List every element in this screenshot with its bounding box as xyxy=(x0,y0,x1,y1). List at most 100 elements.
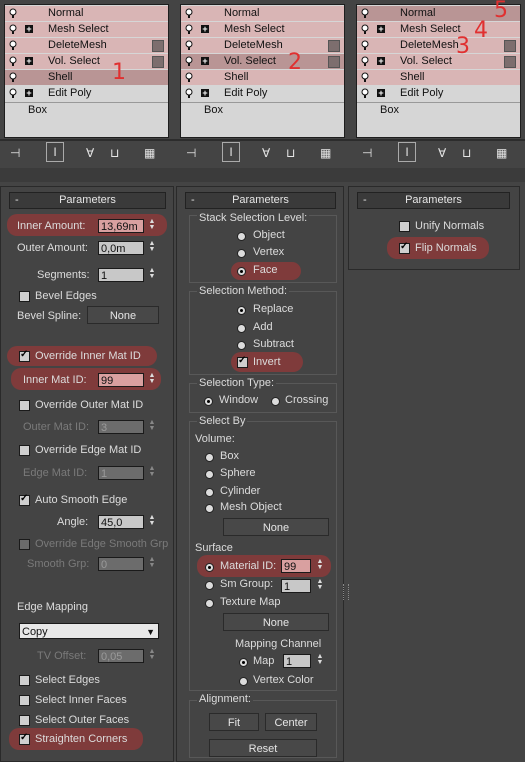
select-inner-faces-checkbox[interactable] xyxy=(19,695,30,706)
bulb-icon[interactable] xyxy=(361,8,369,18)
spinner-icon[interactable]: ▲ ▼ xyxy=(315,578,325,593)
spinner-icon[interactable]: ▲ ▼ xyxy=(315,558,325,573)
inner-mat-id-field[interactable]: 99 xyxy=(98,373,144,387)
expand-icon[interactable]: + xyxy=(25,57,33,66)
spinner-icon[interactable]: ▲ ▼ xyxy=(147,419,157,434)
show-end-result-icon[interactable]: I xyxy=(398,142,416,162)
pin-stack-icon[interactable]: ⊣ xyxy=(186,146,196,160)
override-inner-mat-checkbox[interactable] xyxy=(19,349,30,362)
auto-smooth-edge-checkbox[interactable] xyxy=(19,493,30,506)
stack-row-edit-poly[interactable]: + Edit Poly xyxy=(181,86,344,101)
bevel-spline-button[interactable]: None xyxy=(87,306,159,324)
bulb-icon[interactable] xyxy=(9,88,17,98)
sm-group-field[interactable]: 1 xyxy=(281,579,311,593)
outer-mat-id-field[interactable]: 3 xyxy=(98,420,144,434)
stack-row-deletemesh[interactable]: DeleteMesh xyxy=(181,38,344,53)
expand-icon[interactable]: + xyxy=(25,89,33,98)
bulb-icon[interactable] xyxy=(361,40,369,50)
material-id-radio[interactable] xyxy=(205,563,214,572)
rollout-header[interactable]: - Parameters xyxy=(185,192,336,209)
bulb-icon[interactable] xyxy=(185,72,193,82)
expand-icon[interactable]: + xyxy=(201,25,209,34)
texture-map-radio[interactable] xyxy=(205,599,214,608)
edge-mat-id-field[interactable]: 1 xyxy=(98,466,144,480)
stack-row-box[interactable]: Box xyxy=(181,102,344,118)
bulb-icon[interactable] xyxy=(185,24,193,34)
show-end-result-icon[interactable]: I xyxy=(222,142,240,162)
configure-sets-icon[interactable]: ▦ xyxy=(496,146,507,160)
stack-row-vol-select[interactable]: + Vol. Select xyxy=(5,54,168,69)
unify-normals-checkbox[interactable] xyxy=(399,221,410,232)
replace-radio[interactable] xyxy=(237,306,246,315)
mesh-object-pick-button[interactable]: None xyxy=(223,518,329,536)
angle-field[interactable]: 45,0 xyxy=(98,515,144,529)
flip-normals-checkbox[interactable] xyxy=(399,241,410,254)
expand-icon[interactable]: + xyxy=(377,89,385,98)
center-button[interactable]: Center xyxy=(265,713,317,731)
crossing-radio[interactable] xyxy=(271,397,280,406)
bulb-icon[interactable] xyxy=(361,24,369,34)
texture-map-pick-button[interactable]: None xyxy=(223,613,329,631)
tv-offset-field[interactable]: 0,05 xyxy=(98,649,144,663)
stack-row-normal[interactable]: Normal xyxy=(181,6,344,21)
mesh-object-radio[interactable] xyxy=(205,504,214,513)
spinner-icon[interactable]: ▲ ▼ xyxy=(147,267,157,282)
map-radio[interactable] xyxy=(239,658,248,667)
expand-icon[interactable]: + xyxy=(201,57,209,66)
bevel-edges-checkbox[interactable] xyxy=(19,291,30,302)
expand-icon[interactable]: + xyxy=(201,89,209,98)
spinner-icon[interactable]: ▲ ▼ xyxy=(147,556,157,571)
override-outer-mat-checkbox[interactable] xyxy=(19,400,30,411)
outer-amount-field[interactable]: 0,0m xyxy=(98,241,144,255)
spinner-icon[interactable]: ▲ ▼ xyxy=(147,372,157,387)
make-unique-icon[interactable]: ∀ xyxy=(86,146,94,160)
bulb-icon[interactable] xyxy=(185,88,193,98)
spinner-icon[interactable]: ▲ ▼ xyxy=(147,648,157,663)
override-edge-mat-checkbox[interactable] xyxy=(19,445,30,456)
make-unique-icon[interactable]: ∀ xyxy=(438,146,446,160)
stack-row-vol-select[interactable]: + Vol. Select xyxy=(181,54,344,69)
stack-row-edit-poly[interactable]: + Edit Poly xyxy=(5,86,168,101)
invert-checkbox[interactable] xyxy=(237,355,248,368)
stack-row-deletemesh[interactable]: DeleteMesh xyxy=(5,38,168,53)
spinner-icon[interactable]: ▲ ▼ xyxy=(147,218,157,233)
material-id-field[interactable]: 99 xyxy=(281,559,311,573)
stack-row-box[interactable]: Box xyxy=(5,102,168,118)
bulb-icon[interactable] xyxy=(361,72,369,82)
bulb-icon[interactable] xyxy=(9,24,17,34)
remove-modifier-icon[interactable]: ⊔ xyxy=(110,146,119,160)
bulb-icon[interactable] xyxy=(9,56,17,66)
add-radio[interactable] xyxy=(237,324,246,333)
stack-row-deletemesh[interactable]: DeleteMesh xyxy=(357,38,520,53)
box-radio[interactable] xyxy=(205,453,214,462)
reset-button[interactable]: Reset xyxy=(209,739,317,757)
rollout-header[interactable]: - Parameters xyxy=(357,192,510,209)
bulb-icon[interactable] xyxy=(361,88,369,98)
fit-button[interactable]: Fit xyxy=(209,713,259,731)
bulb-icon[interactable] xyxy=(185,8,193,18)
remove-modifier-icon[interactable]: ⊔ xyxy=(462,146,471,160)
pin-stack-icon[interactable]: ⊣ xyxy=(10,146,20,160)
stack-row-shell[interactable]: Shell xyxy=(357,70,520,85)
expand-icon[interactable]: + xyxy=(377,57,385,66)
vertex-radio[interactable] xyxy=(237,249,246,258)
configure-sets-icon[interactable]: ▦ xyxy=(320,146,331,160)
inner-amount-field[interactable]: 13,69m xyxy=(98,219,144,233)
panel-scroll-handle[interactable] xyxy=(343,584,349,600)
subtract-radio[interactable] xyxy=(237,341,246,350)
bulb-icon[interactable] xyxy=(185,40,193,50)
spinner-icon[interactable]: ▲ ▼ xyxy=(147,514,157,529)
face-radio[interactable] xyxy=(237,267,246,276)
expand-icon[interactable]: + xyxy=(377,25,385,34)
select-outer-faces-checkbox[interactable] xyxy=(19,715,30,726)
override-edge-smooth-checkbox[interactable] xyxy=(19,539,30,550)
stack-row-edit-poly[interactable]: + Edit Poly xyxy=(357,86,520,101)
bulb-icon[interactable] xyxy=(185,56,193,66)
smooth-grp-field[interactable]: 0 xyxy=(98,557,144,571)
configure-sets-icon[interactable]: ▦ xyxy=(144,146,155,160)
bulb-icon[interactable] xyxy=(9,72,17,82)
spinner-icon[interactable]: ▲ ▼ xyxy=(315,653,325,668)
stack-row-box[interactable]: Box xyxy=(357,102,520,118)
remove-modifier-icon[interactable]: ⊔ xyxy=(286,146,295,160)
object-radio[interactable] xyxy=(237,232,246,241)
